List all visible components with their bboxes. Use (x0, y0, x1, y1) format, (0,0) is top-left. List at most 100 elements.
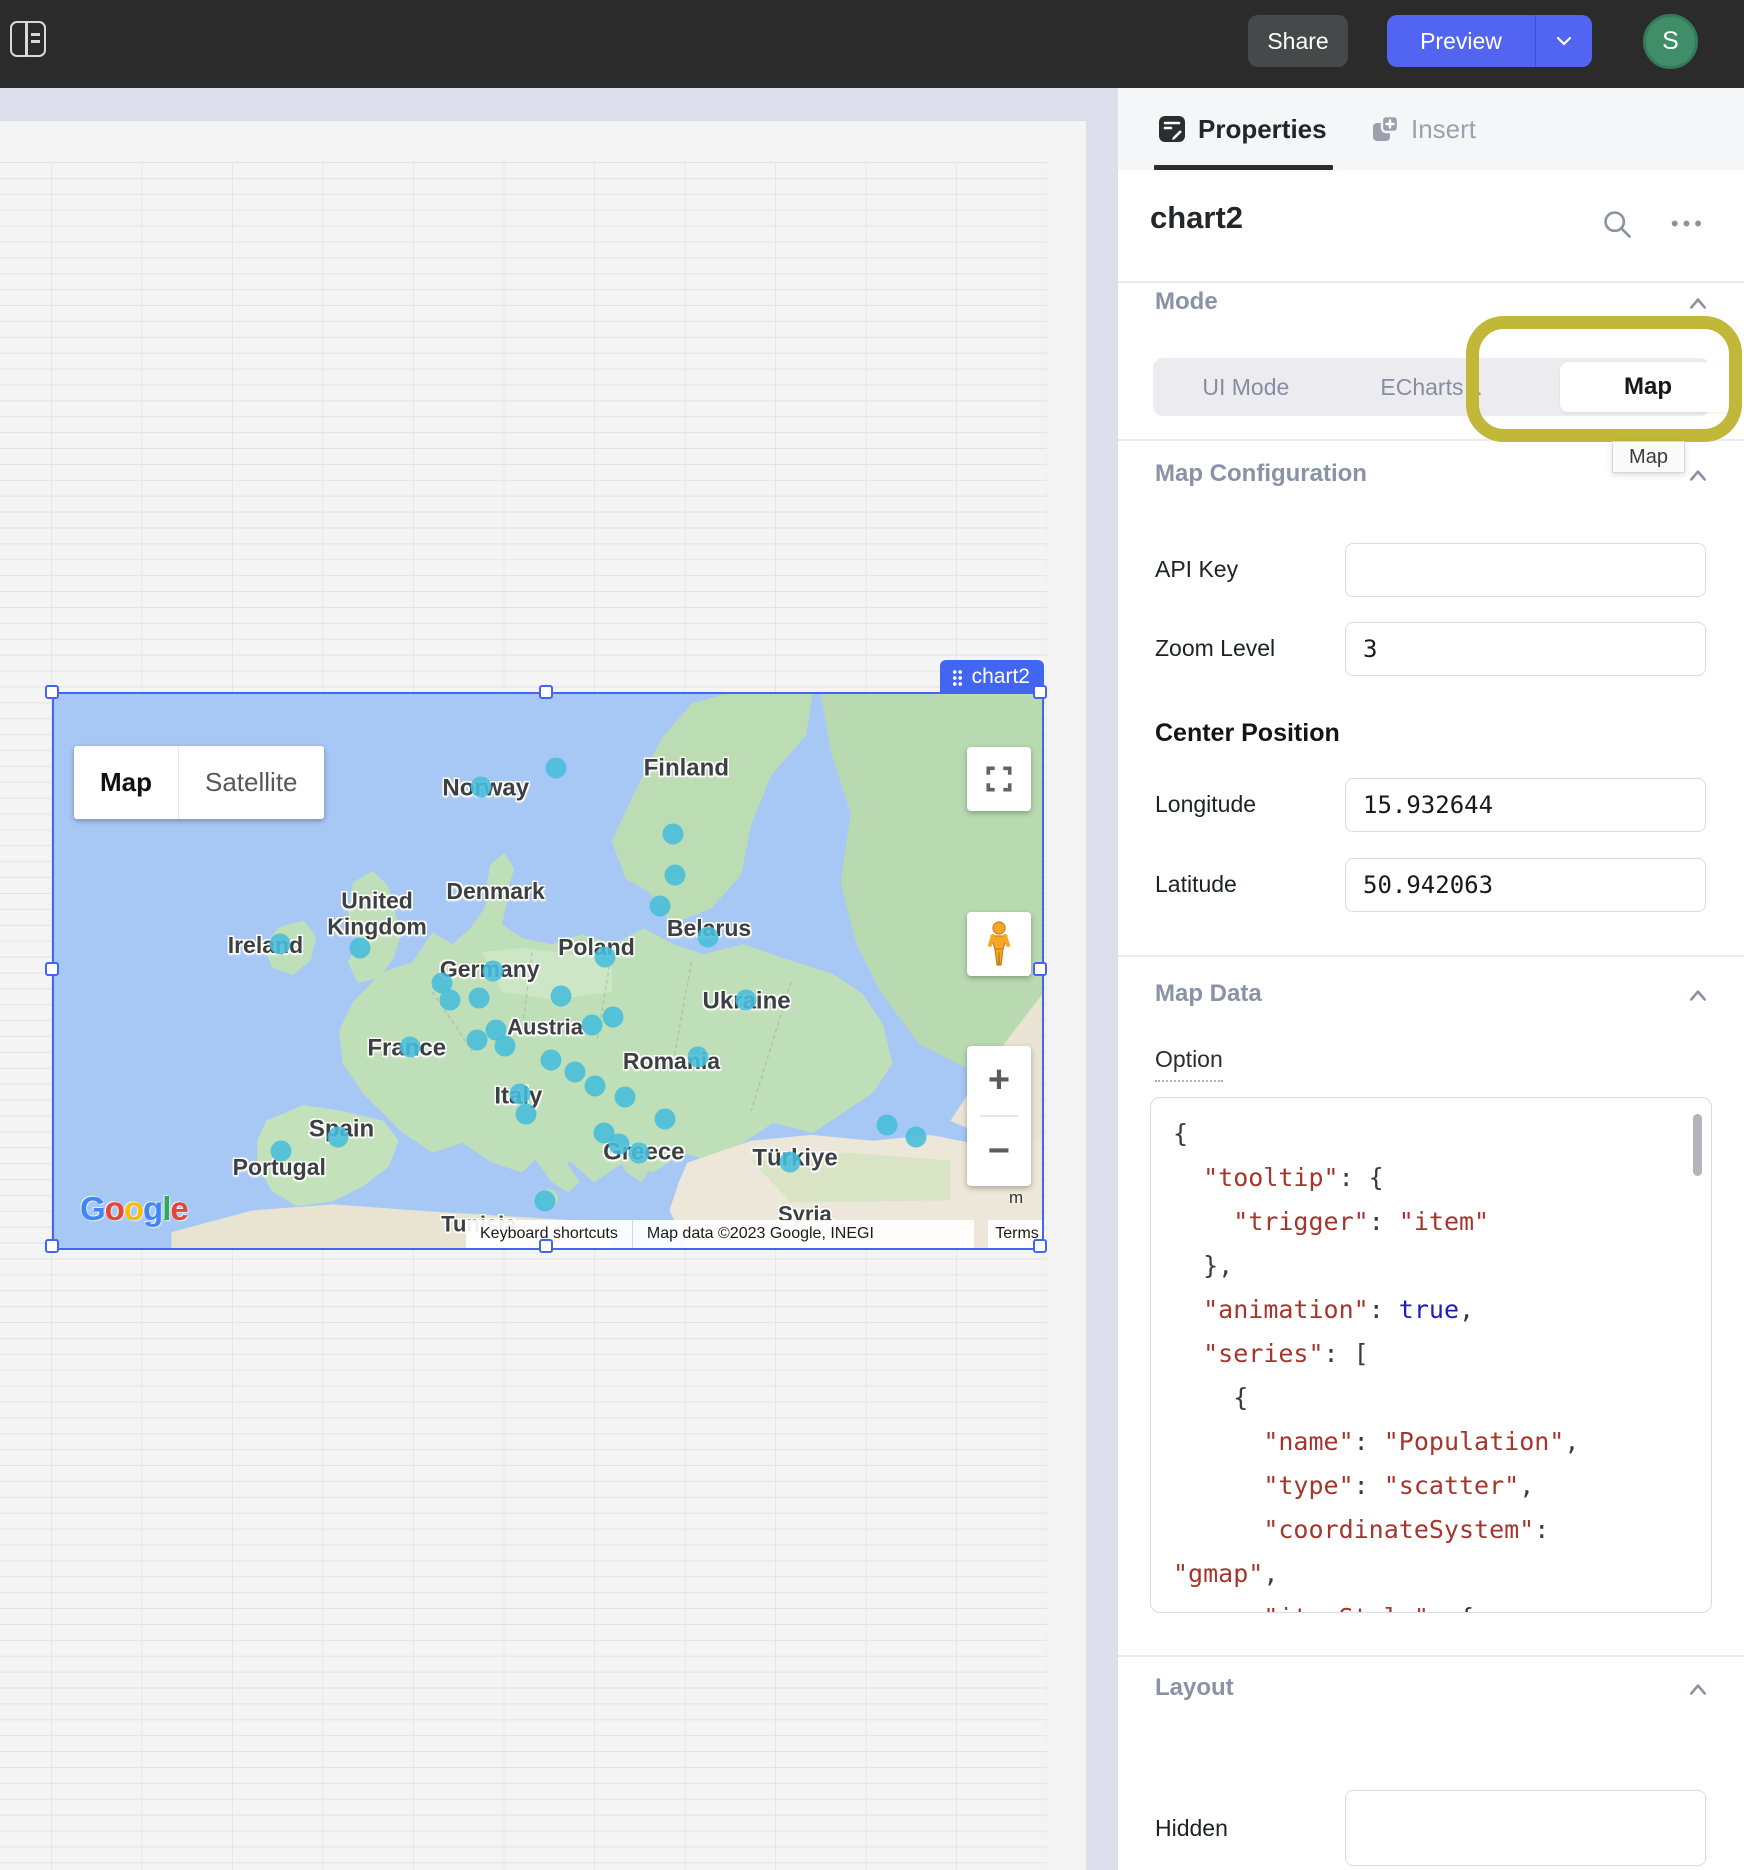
center-position-header: Center Position (1155, 719, 1340, 748)
scatter-data-point[interactable] (564, 1061, 585, 1082)
scatter-data-point[interactable] (628, 1142, 649, 1163)
code-line: { (1173, 1112, 1685, 1156)
mode-option-echarts[interactable]: ECharts .. (1339, 374, 1525, 401)
resize-handle[interactable] (45, 962, 59, 976)
mode-option-map[interactable]: Map (1560, 362, 1736, 412)
longitude-input[interactable]: 15.932644 (1345, 778, 1706, 832)
pegman-icon (984, 921, 1014, 967)
scatter-data-point[interactable] (535, 1190, 556, 1211)
scatter-data-point[interactable] (905, 1127, 926, 1148)
map-type-control: Map Satellite (74, 746, 324, 819)
scatter-data-point[interactable] (603, 1006, 624, 1027)
map-type-satellite-button[interactable]: Satellite (178, 746, 324, 819)
resize-handle[interactable] (539, 1239, 553, 1253)
resize-handle[interactable] (1033, 1239, 1047, 1253)
code-scrollbar[interactable] (1693, 1114, 1702, 1176)
scatter-data-point[interactable] (482, 961, 503, 982)
country-label: Austria (507, 1015, 583, 1040)
resize-handle[interactable] (539, 685, 553, 699)
collapse-map-data-icon[interactable] (1688, 988, 1708, 1002)
scatter-data-point[interactable] (735, 989, 756, 1010)
scatter-data-point[interactable] (609, 1133, 630, 1154)
scatter-data-point[interactable] (649, 895, 670, 916)
scatter-data-point[interactable] (615, 1087, 636, 1108)
scatter-data-point[interactable] (271, 1141, 292, 1162)
api-key-input[interactable] (1345, 543, 1706, 597)
latitude-label: Latitude (1155, 871, 1237, 898)
properties-panel: Properties Insert chart2 ••• (1118, 88, 1744, 1870)
hidden-input[interactable] (1345, 1790, 1706, 1866)
fullscreen-button[interactable] (967, 747, 1031, 811)
scatter-data-point[interactable] (582, 1014, 603, 1035)
pegman-button[interactable] (967, 912, 1031, 976)
share-button[interactable]: Share (1248, 15, 1348, 67)
scatter-data-point[interactable] (545, 757, 566, 778)
zoom-level-input[interactable]: 3 (1345, 622, 1706, 676)
drag-handle-icon[interactable] (952, 669, 963, 686)
scatter-data-point[interactable] (654, 1109, 675, 1130)
scatter-data-point[interactable] (665, 865, 686, 886)
collapse-map-config-icon[interactable] (1688, 468, 1708, 482)
scatter-data-point[interactable] (780, 1152, 801, 1173)
scatter-data-point[interactable] (399, 1037, 420, 1058)
mode-option-ui[interactable]: UI Mode (1153, 374, 1339, 401)
tab-properties[interactable]: Properties (1157, 88, 1327, 170)
resize-handle[interactable] (45, 1239, 59, 1253)
scatter-data-point[interactable] (350, 937, 371, 958)
preview-button[interactable]: Preview (1387, 15, 1535, 67)
map-type-map-button[interactable]: Map (74, 746, 178, 819)
scatter-data-point[interactable] (494, 1036, 515, 1057)
sidebar-toggle-icon[interactable] (10, 21, 46, 57)
scatter-data-point[interactable] (516, 1103, 537, 1124)
code-line: "animation": true, (1173, 1288, 1685, 1332)
resize-handle[interactable] (1033, 962, 1047, 976)
collapse-mode-icon[interactable] (1688, 296, 1708, 310)
country-label: Finland (644, 755, 729, 782)
scatter-data-point[interactable] (468, 987, 489, 1008)
avatar[interactable]: S (1643, 14, 1698, 69)
scatter-data-point[interactable] (327, 1127, 348, 1148)
map-widget[interactable]: chart2 (52, 692, 1044, 1250)
scatter-data-point[interactable] (585, 1076, 606, 1097)
divider (1118, 1655, 1744, 1657)
scatter-data-point[interactable] (466, 1030, 487, 1051)
map-scale-unit: m (1009, 1188, 1023, 1208)
code-line: "itemStyle": { (1173, 1596, 1685, 1613)
code-line: { (1173, 1376, 1685, 1420)
code-line: "name": "Population", (1173, 1420, 1685, 1464)
section-mode: Mode (1155, 288, 1218, 316)
hidden-label: Hidden (1155, 1815, 1228, 1842)
option-code-editor[interactable]: { "tooltip": { "trigger": "item" }, "ani… (1150, 1097, 1712, 1613)
zoom-level-label: Zoom Level (1155, 635, 1275, 662)
scatter-data-point[interactable] (688, 1046, 709, 1067)
code-line: "trigger": "item" (1173, 1200, 1685, 1244)
zoom-in-button[interactable]: + (967, 1046, 1031, 1115)
resize-handle[interactable] (45, 685, 59, 699)
top-bar: Share Preview S (0, 0, 1744, 88)
tab-insert[interactable]: Insert (1370, 88, 1476, 170)
page-title: chart2 (1150, 200, 1243, 236)
scatter-data-point[interactable] (595, 947, 616, 968)
latitude-input[interactable]: 50.942063 (1345, 858, 1706, 912)
mode-segmented-control: UI Mode ECharts .. Map (1153, 358, 1710, 416)
scatter-data-point[interactable] (876, 1115, 897, 1136)
scatter-data-point[interactable] (270, 934, 291, 955)
google-map[interactable]: FinlandNorwayDenmarkUnited KingdomIrelan… (54, 694, 1042, 1248)
scatter-data-point[interactable] (510, 1083, 531, 1104)
code-line: "series": [ (1173, 1332, 1685, 1376)
scatter-data-point[interactable] (663, 824, 684, 845)
scatter-data-point[interactable] (550, 985, 571, 1006)
preview-dropdown-button[interactable] (1535, 15, 1592, 67)
widget-tag[interactable]: chart2 (940, 660, 1044, 694)
canvas-workspace: chart2 (0, 88, 1118, 1870)
zoom-out-button[interactable]: − (967, 1117, 1031, 1186)
resize-handle[interactable] (1033, 685, 1047, 699)
search-icon[interactable] (1601, 208, 1633, 240)
scatter-data-point[interactable] (698, 926, 719, 947)
scatter-data-point[interactable] (440, 990, 461, 1011)
scatter-data-point[interactable] (540, 1049, 561, 1070)
more-options-icon[interactable]: ••• (1671, 211, 1706, 237)
collapse-layout-icon[interactable] (1688, 1682, 1708, 1696)
country-label: Ireland (228, 933, 303, 959)
scatter-data-point[interactable] (470, 777, 491, 798)
